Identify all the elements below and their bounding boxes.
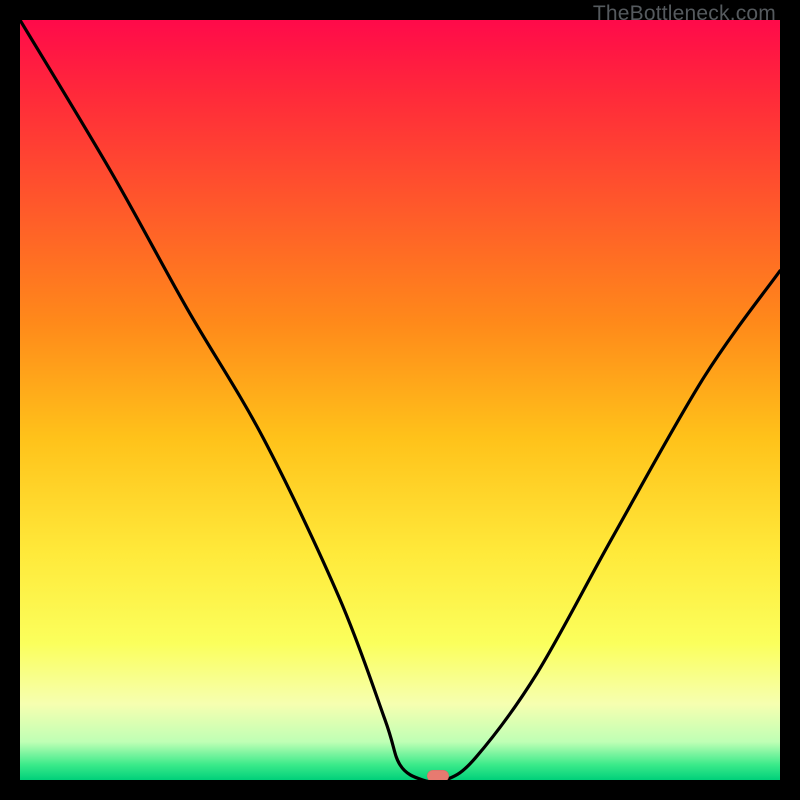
chart-frame: TheBottleneck.com	[0, 0, 800, 800]
plot-area	[20, 20, 780, 780]
curve-path	[20, 20, 780, 780]
bottleneck-curve	[20, 20, 780, 780]
minimum-marker	[427, 770, 449, 780]
